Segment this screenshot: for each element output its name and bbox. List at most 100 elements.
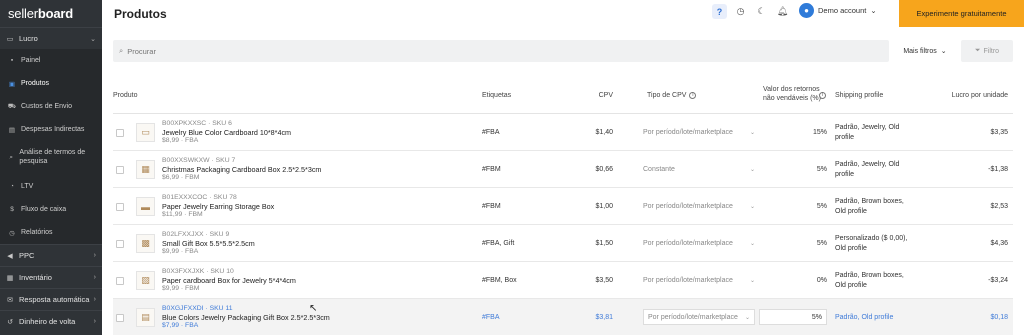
shipping-profile[interactable]: Padrão, Jewelry, Old profile — [835, 151, 915, 188]
thumb-cell: ▩ — [136, 225, 155, 262]
more-filters-button[interactable]: Mais filtros ⌄ — [889, 40, 961, 62]
row-tags[interactable]: #FBA, Gift — [482, 225, 514, 262]
table-row[interactable]: ▧ B0X3FXXJXK · SKU 10 Paper cardboard Box … — [113, 262, 1013, 299]
product-name[interactable]: Blue Colors Jewelry Packaging Gift Box 2… — [162, 313, 330, 322]
receipt-icon: ▤ — [8, 126, 16, 134]
sidebar-item-label: Produtos — [21, 80, 50, 87]
product-thumbnail[interactable]: ▬ — [136, 197, 155, 216]
product-sku[interactable]: B00XPKXXSC · SKU 6 — [162, 120, 232, 128]
moon-icon[interactable]: ☾ — [754, 4, 769, 19]
table-row[interactable]: ▭ B00XPKXXSC · SKU 6 Jewelry Blue Color Ca… — [113, 114, 1013, 151]
cpv-type-select[interactable]: Por período/lote/marketplace ⌄ — [643, 114, 755, 151]
row-checkbox[interactable] — [116, 202, 124, 211]
table-row[interactable]: ▩ B02LFXXJXX · SKU 9 Small Gift Box 5.5*5.… — [113, 225, 1013, 262]
returns-value[interactable]: 5% — [759, 151, 827, 188]
product-sku[interactable]: B01EXXXCOC · SKU 78 — [162, 194, 237, 202]
header-profit[interactable]: Lucro por unidade — [933, 76, 1008, 114]
returns-value[interactable]: 5% — [759, 309, 827, 325]
product-sku[interactable]: B02LFXXJXX · SKU 9 — [162, 231, 229, 239]
cpv-type-select[interactable]: Por período/lote/marketplace ⌄ — [643, 262, 755, 299]
shipping-profile[interactable]: Padrão, Brown boxes, Old profile — [835, 262, 915, 299]
sidebar-item-analise-termos[interactable]: ⌕ Análise de termos de pesquisa — [0, 141, 102, 175]
cpv-type-select[interactable]: Por período/lote/marketplace ⌄ — [643, 225, 755, 262]
returns-value[interactable]: 5% — [759, 225, 827, 262]
search-input[interactable] — [127, 46, 828, 56]
sidebar-item-painel[interactable]: ▪ Painel — [0, 49, 102, 72]
row-cpv[interactable]: $1,50 — [553, 225, 613, 262]
row-checkbox[interactable] — [116, 276, 124, 285]
shipping-profile[interactable]: Padrão, Brown boxes, Old profile — [835, 188, 915, 225]
cpv-type-select[interactable]: Por período/lote/marketplace ⌄ — [643, 309, 755, 325]
clock-icon[interactable]: ◷ — [733, 4, 748, 19]
returns-value[interactable]: 15% — [759, 114, 827, 151]
row-cpv[interactable]: $1,00 — [553, 188, 613, 225]
row-checkbox[interactable] — [116, 239, 124, 248]
try-free-button[interactable]: Experimente gratuitamente — [899, 0, 1024, 27]
product-thumbnail[interactable]: ▧ — [136, 271, 155, 290]
row-cpv[interactable]: $1,40 — [553, 114, 613, 151]
shipping-profile[interactable]: Padrão, Jewelry, Old profile — [835, 114, 915, 151]
filter-button[interactable]: ⏷ Filtro — [961, 40, 1013, 62]
product-name[interactable]: Paper Jewelry Earring Storage Box — [162, 202, 274, 211]
sidebar-item-fluxo-caixa[interactable]: $ Fluxo de caixa — [0, 198, 102, 221]
row-cpv[interactable]: $3,50 — [553, 262, 613, 299]
product-thumbnail[interactable]: ▦ — [136, 160, 155, 179]
product-thumbnail[interactable]: ▭ — [136, 123, 155, 142]
returns-value[interactable]: 0% — [759, 262, 827, 299]
row-cpv[interactable]: $3,81 — [553, 299, 613, 335]
product-name[interactable]: Small Gift Box 5.5*5.5*2.5cm — [162, 239, 255, 248]
thumb-cell: ▦ — [136, 151, 155, 188]
bell-icon[interactable]: 🔔︎ — [775, 4, 790, 19]
table-row[interactable]: ▦ B00XXSWKXW · SKU 7 Christmas Packaging C… — [113, 151, 1013, 188]
shipping-profile[interactable]: Padrão, Old profile — [835, 299, 915, 335]
header-shipping[interactable]: Shipping profile — [835, 76, 883, 114]
sidebar-item-relatorios[interactable]: ◷ Relatórios — [0, 221, 102, 244]
product-sku[interactable]: B00XXSWKXW · SKU 7 — [162, 157, 235, 165]
search-bar[interactable]: ⌕ — [113, 40, 889, 62]
sellerboard-logo[interactable]: seller board — [0, 0, 102, 27]
sidebar-group-lucro[interactable]: ▭ Lucro ⌄ — [0, 27, 102, 49]
info-icon[interactable]: i — [819, 91, 826, 99]
sidebar-group-inventario[interactable]: ▦ Inventário › — [0, 266, 102, 288]
product-name[interactable]: Jewelry Blue Color Cardboard 10*8*4cm — [162, 128, 291, 137]
product-name[interactable]: Christmas Packaging Cardboard Box 2.5*2.… — [162, 165, 321, 174]
shipping-profile[interactable]: Personalizado ($ 0,00), Old profile — [835, 225, 915, 262]
header-product[interactable]: Produto — [113, 76, 138, 114]
row-tags[interactable]: #FBM — [482, 151, 501, 188]
sidebar-item-custos-envio[interactable]: ⛟ Custos de Envio — [0, 95, 102, 118]
product-sku[interactable]: B0XGJFXXDI · SKU 11 — [162, 305, 233, 313]
row-tags[interactable]: #FBM, Box — [482, 262, 517, 299]
sidebar-item-ltv[interactable]: ◔ LTV — [0, 175, 102, 198]
sidebar-group-label: Resposta automática — [19, 295, 90, 304]
sidebar-group-dinheiro[interactable]: ↺ Dinheiro de volta › — [0, 310, 102, 332]
product-thumbnail[interactable]: ▩ — [136, 234, 155, 253]
account-menu[interactable]: ● Demo account ⌄ — [799, 3, 877, 18]
product-info: B00XPKXXSC · SKU 6 Jewelry Blue Color Car… — [162, 114, 291, 151]
row-tags[interactable]: #FBM — [482, 188, 501, 225]
cpv-type-select[interactable]: Por período/lote/marketplace ⌄ — [643, 188, 755, 225]
product-sku[interactable]: B0X3FXXJXK · SKU 10 — [162, 268, 234, 276]
cpv-type-value: Por período/lote/marketplace — [643, 240, 733, 247]
sidebar-group-resposta[interactable]: ✉ Resposta automática › — [0, 288, 102, 310]
product-thumbnail[interactable]: ▤ — [136, 308, 155, 327]
returns-value[interactable]: 5% — [759, 188, 827, 225]
sidebar-item-despesas[interactable]: ▤ Despesas Indirectas — [0, 118, 102, 141]
header-tags[interactable]: Etiquetas — [482, 76, 511, 114]
row-checkbox[interactable] — [116, 313, 124, 322]
table-row[interactable]: ▤ B0XGJFXXDI · SKU 11 Blue Colors Jewelry … — [113, 299, 1013, 335]
help-icon[interactable]: ? — [712, 4, 727, 19]
cpv-type-select[interactable]: Constante ⌄ — [643, 151, 755, 188]
row-tags[interactable]: #FBA — [482, 299, 500, 335]
row-checkbox[interactable] — [116, 165, 124, 174]
row-checkbox[interactable] — [116, 128, 124, 137]
info-icon[interactable]: i — [689, 91, 697, 99]
row-cpv[interactable]: $0,66 — [553, 151, 613, 188]
header-cpv-type[interactable]: Tipo de CPV i — [647, 76, 697, 114]
header-cpv[interactable]: CPV — [573, 76, 613, 114]
product-name[interactable]: Paper cardboard Box for Jewelry 5*4*4cm — [162, 276, 296, 285]
table-row[interactable]: ▬ B01EXXXCOC · SKU 78 Paper Jewelry Earrin… — [113, 188, 1013, 225]
row-tags[interactable]: #FBA — [482, 114, 500, 151]
sidebar-item-produtos[interactable]: ▣ Produtos — [0, 72, 102, 95]
dashboard-icon: ▪ — [10, 57, 14, 64]
sidebar-group-ppc[interactable]: ◀ PPC › — [0, 244, 102, 266]
